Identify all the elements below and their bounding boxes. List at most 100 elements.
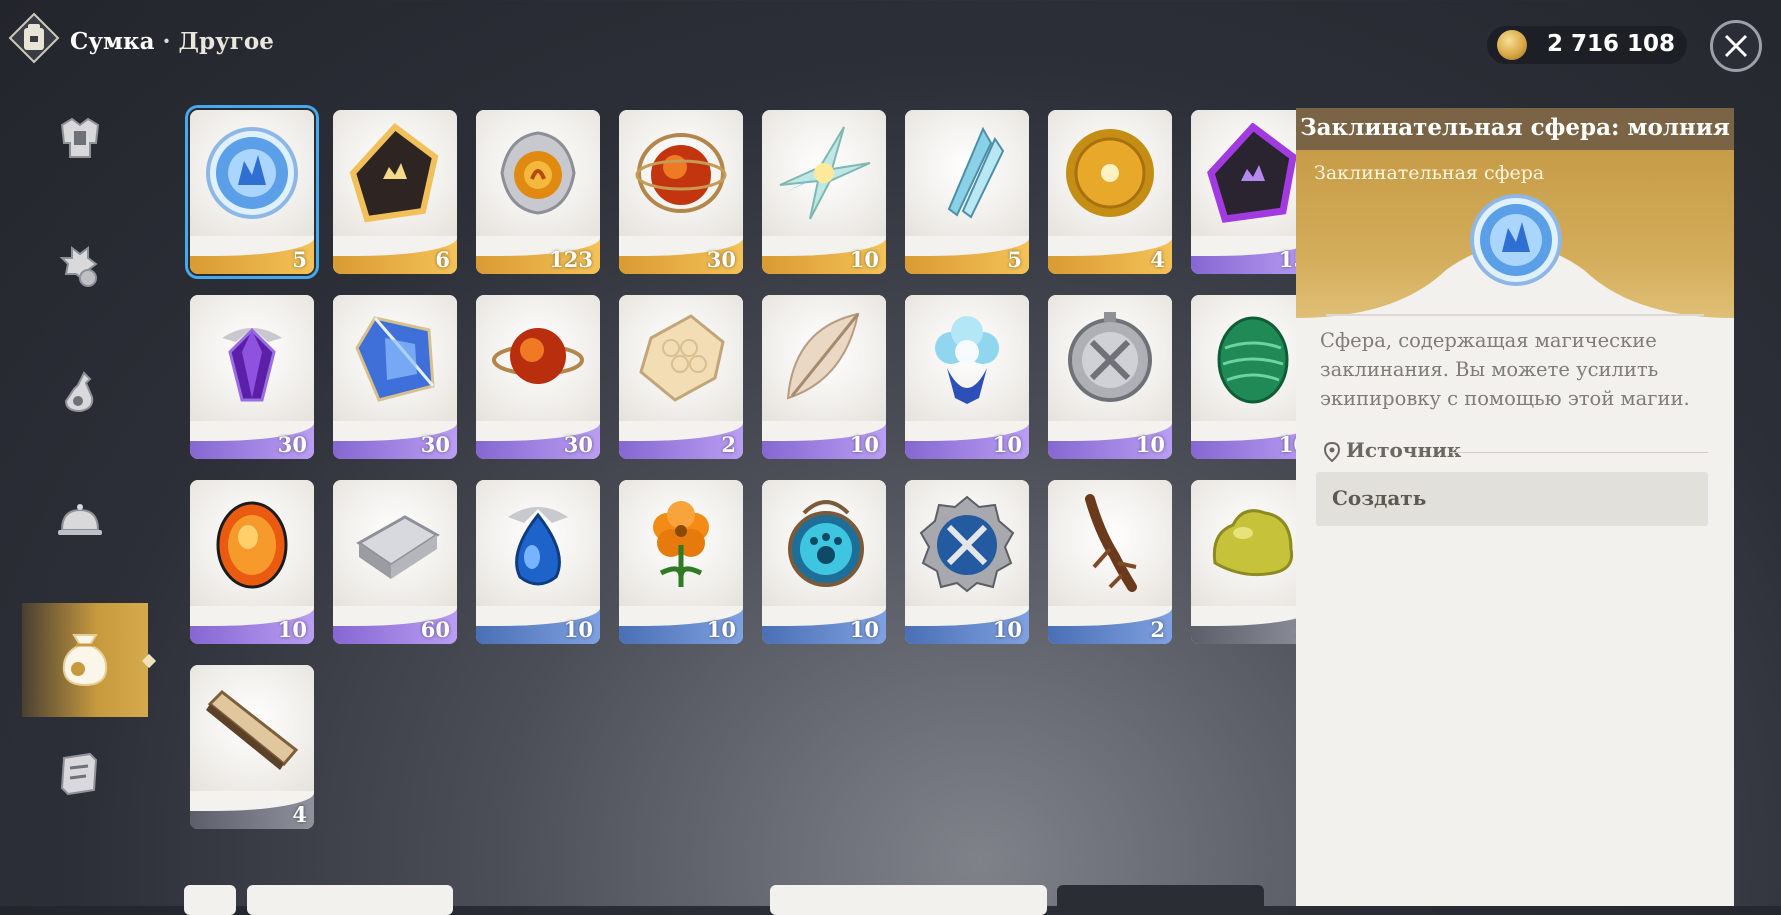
lightning-sphere-icon: [206, 127, 298, 219]
item-slot[interactable]: 10: [1048, 295, 1172, 459]
item-count: 5: [1007, 247, 1022, 272]
sidebar-item-potions[interactable]: [40, 353, 120, 433]
item-count: 10: [706, 617, 736, 642]
honeycomb-icon: [639, 314, 725, 402]
detail-header: Заклинательная сфера: молния: [1296, 108, 1734, 150]
gold-coin-icon: [1497, 30, 1527, 60]
crossed-swords-badge-icon: [919, 495, 1015, 593]
item-art: [619, 295, 743, 421]
item-count: 10: [849, 432, 879, 457]
wood-plank-icon: [206, 689, 299, 770]
source-divider: [1450, 452, 1708, 453]
orange-flower-icon: [653, 501, 709, 587]
bag-logo-icon: [8, 12, 60, 76]
craft-source-button[interactable]: Создать: [1316, 472, 1708, 526]
sidebar-item-quest[interactable]: [40, 734, 120, 814]
item-count: 10: [849, 247, 879, 272]
currency-value: 2 716 108: [1546, 31, 1675, 57]
item-count: 60: [420, 617, 450, 642]
amethyst-gem-icon: [222, 327, 282, 402]
source-section: Источник: [1320, 438, 1710, 466]
item-slot[interactable]: 6: [333, 110, 457, 274]
fire-amulet-icon: [500, 131, 576, 215]
item-art: [1048, 480, 1172, 606]
item-count: 2: [1150, 617, 1165, 642]
sort-dropdown[interactable]: [247, 885, 453, 915]
source-label: Источник: [1346, 438, 1462, 462]
item-slot[interactable]: 10: [905, 480, 1029, 644]
item-slot[interactable]: 30: [333, 295, 457, 459]
close-icon: [1724, 34, 1748, 58]
item-slot[interactable]: 60: [333, 480, 457, 644]
item-art: [762, 480, 886, 606]
item-slot[interactable]: 2: [1048, 480, 1172, 644]
item-art: [762, 295, 886, 421]
item-slot[interactable]: 30: [190, 295, 314, 459]
dark-crown-crystal-icon: [349, 123, 439, 223]
root-icon: [1085, 494, 1137, 592]
item-count: 10: [849, 617, 879, 642]
item-slot[interactable]: 10: [905, 295, 1029, 459]
item-count: 5: [292, 247, 307, 272]
item-description: Сфера, содержащая магические заклинания.…: [1320, 329, 1690, 410]
item-title: Заклинательная сфера: молния: [1300, 114, 1730, 141]
batch-select-button[interactable]: [770, 885, 1047, 915]
item-art: [190, 110, 314, 236]
item-count: 30: [277, 432, 307, 457]
void-crystal-icon: [1207, 123, 1297, 223]
pouch-icon: [62, 634, 108, 687]
item-slot[interactable]: 5: [185, 105, 319, 279]
location-pin-icon: [1324, 442, 1340, 462]
sidebar-item-other[interactable]: [22, 603, 148, 717]
sidebar-item-equipment[interactable]: [40, 99, 120, 179]
item-slot[interactable]: 10: [619, 480, 743, 644]
item-art: [905, 480, 1029, 606]
item-slot[interactable]: 10: [762, 110, 886, 274]
item-slot[interactable]: 4: [190, 665, 314, 829]
item-slot[interactable]: 2: [619, 295, 743, 459]
scroll-icon: [60, 752, 98, 796]
sidebar-item-ingredients[interactable]: [40, 226, 120, 306]
item-slot[interactable]: 30: [619, 110, 743, 274]
fire-orb-icon: [635, 133, 727, 213]
item-art: [190, 480, 314, 606]
item-art: [905, 295, 1029, 421]
item-slot[interactable]: 30: [476, 295, 600, 459]
lightning-sphere-icon: [1470, 194, 1562, 286]
item-art: [190, 295, 314, 421]
item-slot[interactable]: 4: [1048, 110, 1172, 274]
item-category: Заклинательная сфера: [1314, 162, 1545, 184]
item-count: 4: [1150, 247, 1165, 272]
item-slot[interactable]: 10: [762, 295, 886, 459]
paw-pendant-icon: [788, 500, 864, 587]
item-count: 4: [292, 802, 307, 827]
item-count: 30: [706, 247, 736, 272]
item-art: [619, 480, 743, 606]
item-count: 30: [420, 432, 450, 457]
flame-egg-icon: [216, 501, 288, 589]
item-slot[interactable]: 5: [905, 110, 1029, 274]
filter-button[interactable]: [184, 885, 236, 915]
item-count: 2: [721, 432, 736, 457]
item-count: 123: [549, 247, 593, 272]
item-art: [333, 110, 457, 236]
craft-source-label: Создать: [1332, 486, 1427, 510]
sidebar-item-food[interactable]: [40, 480, 120, 560]
item-count: 6: [435, 247, 450, 272]
item-count: 10: [277, 617, 307, 642]
item-slot[interactable]: 10: [190, 480, 314, 644]
item-slot[interactable]: 10: [476, 480, 600, 644]
page-subtitle: Другое: [178, 28, 274, 55]
close-button[interactable]: [1710, 20, 1762, 72]
item-slot[interactable]: 123: [476, 110, 600, 274]
item-slot[interactable]: 10: [762, 480, 886, 644]
item-art: [476, 480, 600, 606]
breadcrumb: Сумка · Другое: [70, 28, 274, 55]
sapphire-drop-icon: [508, 507, 568, 586]
item-count: 10: [992, 432, 1022, 457]
prism-cube-icon: [355, 316, 435, 402]
category-sidebar: [0, 95, 150, 815]
armor-icon: [60, 117, 100, 158]
top-bar: Сумка · Другое 2 716 108: [0, 0, 1781, 90]
ember-orb-icon: [492, 328, 584, 384]
